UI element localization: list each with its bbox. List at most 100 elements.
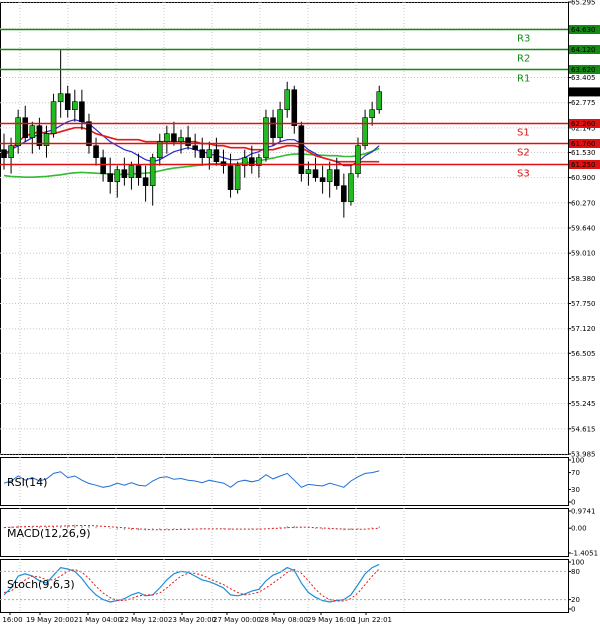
- price-tick-label: 55.245: [571, 400, 596, 408]
- candle-body: [298, 125, 305, 174]
- candle-body: [22, 117, 29, 138]
- ind-tick-label: 100: [571, 559, 584, 567]
- candle-body: [15, 117, 21, 146]
- candle-body: [270, 117, 276, 138]
- time-tick-label: 23 May 20:00: [168, 616, 216, 624]
- candle-body: [1, 149, 7, 158]
- price-tick-label: 59.010: [571, 250, 596, 258]
- indicator-label: Stoch(9,6,3): [7, 578, 75, 591]
- price-tick-label: 61.530: [571, 149, 596, 157]
- candle-body: [149, 157, 156, 186]
- candle-body: [305, 169, 312, 174]
- candle-body: [164, 133, 170, 142]
- price-tick-label: 59.640: [571, 225, 596, 233]
- candle: [298, 121, 305, 182]
- time-tick-label: y 16:00: [0, 616, 23, 624]
- candle-body: [185, 137, 191, 146]
- candle-body: [178, 137, 184, 142]
- candle-body: [291, 89, 298, 126]
- price-panel: 65.29564.63064.12063.62063.40562.77562.1…: [0, 0, 600, 459]
- price-tick-label: 63.405: [571, 74, 596, 82]
- ind-tick-label: 80: [571, 568, 580, 576]
- candle-body: [72, 101, 78, 111]
- candle-body: [128, 165, 135, 178]
- candle-body: [348, 173, 354, 202]
- price-tick-label: 60.900: [571, 174, 596, 182]
- price-tick-label: 62.775: [571, 99, 596, 107]
- ind-tick-label: 20: [571, 596, 580, 604]
- level-name-r3: R3: [517, 34, 530, 45]
- time-tick-label: 27 May 00:00: [213, 616, 261, 624]
- ind-tick-label: 30: [571, 486, 580, 494]
- price-tick-label: 65.295: [571, 0, 596, 7]
- level-name-s3: S3: [517, 169, 530, 180]
- time-tick-label: 28 May 08:00: [260, 616, 308, 624]
- candle-body: [206, 149, 213, 158]
- candle-body: [376, 91, 383, 111]
- level-price-label: 62.260: [571, 120, 596, 128]
- candle-body: [341, 185, 347, 202]
- candle-body: [234, 165, 241, 190]
- candle-body: [135, 165, 142, 178]
- ind-tick-label: 0: [571, 499, 575, 507]
- candle-body: [192, 145, 198, 150]
- level-price-label: 64.120: [571, 46, 596, 54]
- candle-body: [86, 121, 92, 146]
- macd-panel: 0.9741 0.00 -1.4051 MACD(12,26,9): [0, 508, 598, 558]
- ind-tick-label: 100: [571, 457, 584, 465]
- price-tick-label: 60.270: [571, 199, 596, 207]
- price-tick-label: 57.750: [571, 300, 596, 308]
- price-tick-label: 57.120: [571, 325, 596, 333]
- candle-body: [114, 169, 121, 182]
- price-tick-label: 58.380: [571, 275, 596, 283]
- time-tick-label: 19 May 20:00: [26, 616, 74, 624]
- candle-body: [29, 125, 36, 138]
- forex-chart: 65.29564.63064.12063.62063.40562.77562.1…: [0, 0, 600, 624]
- indicator-label: RSI(14): [7, 476, 47, 489]
- time-tick-label: 22 May 12:00: [120, 616, 168, 624]
- candle-body: [142, 177, 149, 186]
- time-tick-label: 21 May 04:00: [74, 616, 122, 624]
- candle-body: [107, 173, 113, 182]
- ind-tick-label: 0.9741: [571, 508, 596, 516]
- level-name-s2: S2: [517, 148, 530, 159]
- level-name-s1: S1: [517, 128, 530, 139]
- candle: [234, 161, 241, 194]
- ind-tick-label: 70: [571, 469, 580, 477]
- stoch-panel: 10080 20 0 Stoch(9,6,3): [0, 559, 584, 614]
- indicator-label: MACD(12,26,9): [7, 527, 91, 540]
- candle-body: [57, 93, 64, 103]
- time-tick-label: 1 Jun 22:01: [352, 616, 392, 624]
- ind-tick-label: 0.00: [571, 525, 587, 533]
- level-name-r2: R2: [517, 54, 530, 65]
- current-price-label: 63.045: [571, 88, 596, 96]
- ind-tick-label: -1.4051: [571, 550, 598, 558]
- price-tick-label: 55.875: [571, 375, 596, 383]
- candle-body: [79, 101, 85, 122]
- level-price-label: 64.630: [571, 26, 596, 34]
- candle-body: [362, 117, 368, 146]
- candle-body: [121, 169, 128, 178]
- price-tick-label: 54.615: [571, 425, 596, 433]
- candle-body: [333, 169, 340, 186]
- candle-body: [50, 101, 57, 134]
- candle-body: [36, 125, 43, 146]
- candle-body: [100, 157, 106, 174]
- candle-body: [319, 177, 326, 182]
- rsi-panel: 100 70 30 0 RSI(14): [0, 457, 584, 507]
- panel-border: [0, 559, 569, 613]
- candle: [263, 109, 269, 162]
- price-tick-label: 56.505: [571, 350, 596, 358]
- level-price-label: 63.620: [571, 66, 596, 74]
- candle-body: [355, 145, 361, 174]
- candle-body: [64, 93, 71, 111]
- candle-body: [93, 145, 99, 158]
- time-tick-label: 29 May 16:00: [307, 616, 355, 624]
- candle-body: [312, 169, 319, 178]
- time-axis: y 16:0019 May 20:0021 May 04:0022 May 12…: [0, 612, 392, 624]
- candle-body: [213, 149, 220, 162]
- level-price-label: 61.250: [571, 161, 596, 169]
- candle-body: [171, 133, 177, 142]
- candle-body: [284, 89, 291, 111]
- candle-body: [199, 149, 206, 158]
